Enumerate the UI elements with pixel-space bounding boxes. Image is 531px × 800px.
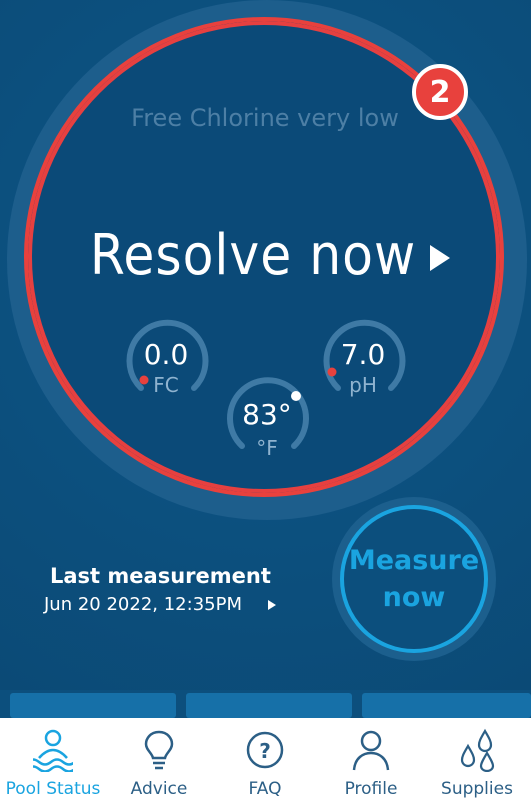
nav-label-profile: Profile	[344, 779, 398, 799]
nav-item-supplies[interactable]: Supplies	[424, 718, 530, 800]
svg-text:?: ?	[259, 739, 271, 763]
alert-text: Free Chlorine very low	[131, 104, 399, 132]
last-measurement-datetime: Jun 20 2022, 12:35PM	[44, 594, 242, 615]
temperature-value: 83°	[242, 398, 292, 431]
nav-label-supplies: Supplies	[441, 779, 513, 799]
nav-label-faq: FAQ	[248, 779, 282, 799]
resolve-now-button[interactable]: Resolve now	[60, 220, 480, 290]
fc-gauge[interactable]: 0.0 FC	[121, 318, 211, 408]
fc-unit: FC	[153, 373, 179, 397]
measure-now-button[interactable]: Measure now	[340, 505, 488, 653]
card-strip-2[interactable]	[186, 693, 352, 718]
nav-label-pool-status: Pool Status	[5, 779, 101, 799]
nav-item-faq[interactable]: ? FAQ	[212, 718, 318, 800]
nav-item-profile[interactable]: Profile	[318, 718, 424, 800]
ph-value: 7.0	[340, 338, 386, 371]
fc-value: 0.0	[143, 338, 189, 371]
last-measurement-link[interactable]: Jun 20 2022, 12:35PM	[44, 594, 276, 615]
droplets-icon	[460, 728, 495, 772]
chevron-right-icon	[267, 599, 276, 610]
measure-now-label-line1: Measure	[348, 545, 480, 576]
temperature-gauge[interactable]: 83° °F	[222, 374, 312, 464]
measure-now-label-line2: now	[382, 582, 446, 613]
nav-label-advice: Advice	[130, 779, 188, 799]
ph-unit: pH	[349, 373, 377, 397]
card-strip-3[interactable]	[362, 693, 531, 718]
play-arrow-icon	[430, 245, 451, 271]
last-measurement-title: Last measurement	[50, 564, 271, 588]
ph-gauge[interactable]: 7.0 pH	[318, 318, 408, 408]
card-strip-1[interactable]	[10, 693, 176, 718]
lightbulb-icon	[144, 730, 174, 770]
resolve-now-label: Resolve now	[89, 222, 417, 288]
nav-item-pool-status[interactable]: Pool Status	[0, 718, 106, 800]
temperature-unit: °F	[256, 436, 278, 460]
bottom-nav: Pool Status Advice ? FAQ Profile Supplie…	[0, 718, 531, 800]
nav-item-advice[interactable]: Advice	[106, 718, 212, 800]
person-icon	[352, 730, 390, 771]
pool-status-icon	[33, 729, 73, 772]
question-icon: ?	[246, 731, 284, 769]
alert-count-badge: 2	[412, 64, 468, 120]
